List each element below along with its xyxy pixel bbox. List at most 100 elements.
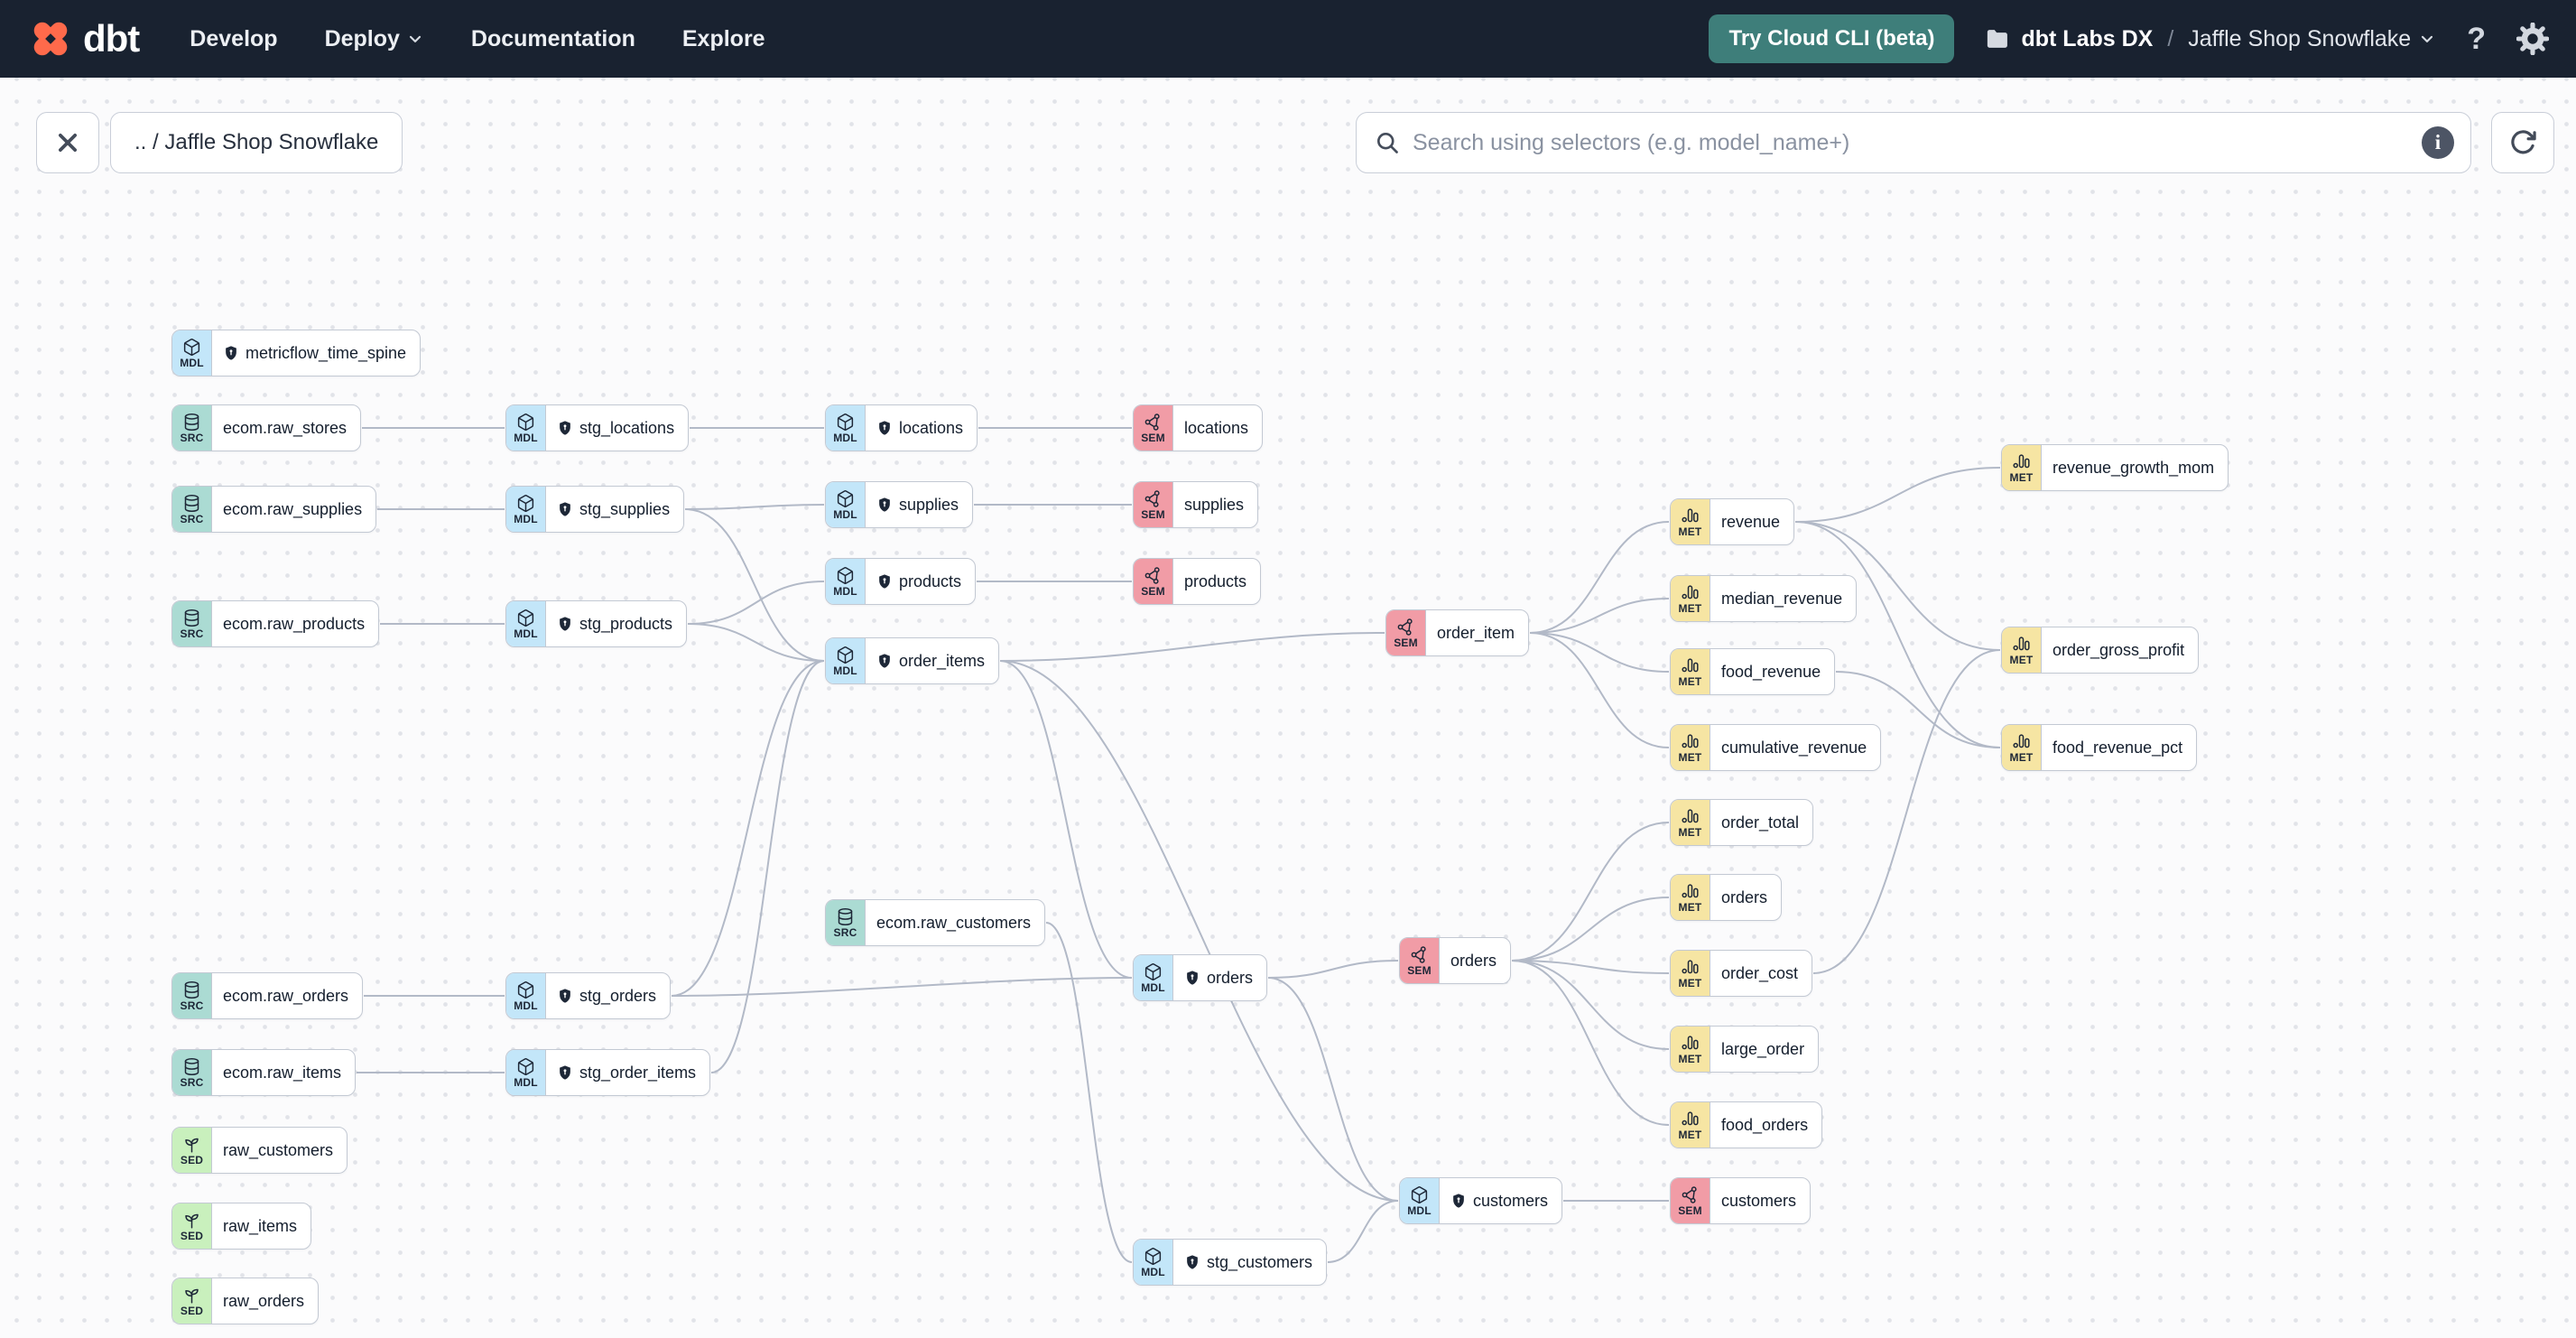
node-name: stg_order_items <box>546 1050 709 1095</box>
refresh-icon <box>2511 130 2536 154</box>
breadcrumb[interactable]: .. / Jaffle Shop Snowflake <box>110 112 403 173</box>
node-mdl_orders[interactable]: MDL orders <box>1133 954 1268 1001</box>
node-met_food_orders[interactable]: MET food_orders <box>1670 1101 1823 1148</box>
node-sed_raw_customers[interactable]: SED raw_customers <box>171 1127 348 1174</box>
help-icon[interactable]: ? <box>2467 22 2486 57</box>
dbt-logo[interactable]: dbt <box>27 15 140 62</box>
contract-shield-icon <box>557 500 573 518</box>
node-mdl_stg_supplies[interactable]: MDL stg_supplies <box>505 486 685 533</box>
refresh-button[interactable] <box>2491 112 2554 173</box>
node-sed_raw_orders[interactable]: SED raw_orders <box>171 1278 320 1324</box>
menu-item-documentation[interactable]: Documentation <box>471 26 635 52</box>
node-mdl_products[interactable]: MDL products <box>825 558 977 605</box>
source-database-icon <box>184 980 199 999</box>
node-type-label: MET <box>1678 674 1702 688</box>
node-mdl_stg_order_items[interactable]: MDL stg_order_items <box>505 1049 711 1096</box>
node-mdl_customers[interactable]: MDL customers <box>1399 1177 1563 1224</box>
menu-item-develop[interactable]: Develop <box>190 26 277 52</box>
node-met_orders[interactable]: MET orders <box>1670 874 1783 921</box>
node-sed_raw_items[interactable]: SED raw_items <box>171 1203 312 1250</box>
node-sem_orders[interactable]: SEM orders <box>1399 937 1512 984</box>
node-sem_locations[interactable]: SEM locations <box>1133 404 1264 451</box>
node-type-label: MDL <box>514 431 538 444</box>
try-cloud-cli-button[interactable]: Try Cloud CLI (beta) <box>1709 14 1955 63</box>
node-type-label: SED <box>180 1304 204 1317</box>
node-src_raw_products[interactable]: SRC ecom.raw_products <box>171 600 380 647</box>
node-src_raw_orders[interactable]: SRC ecom.raw_orders <box>171 972 364 1019</box>
lineage-edges <box>357 426 2001 1263</box>
node-name: ecom.raw_items <box>223 1063 342 1082</box>
node-name: order_items <box>866 638 998 683</box>
metric-bars-icon <box>1682 884 1699 897</box>
node-src_raw_stores[interactable]: SRC ecom.raw_stores <box>171 404 362 451</box>
node-sem_supplies[interactable]: SEM supplies <box>1133 481 1259 528</box>
search-input[interactable] <box>1400 129 2422 156</box>
account-name[interactable]: dbt Labs DX <box>2021 26 2153 52</box>
menu-item-deploy[interactable]: Deploy <box>325 26 424 52</box>
source-database-icon <box>184 494 199 512</box>
metric-bars-icon <box>1682 1111 1699 1125</box>
node-type-label: SEM <box>1678 1203 1702 1217</box>
lineage-canvas[interactable]: MDL metricflow_time_spine SRC ecom.raw_stor… <box>0 78 2576 1338</box>
node-name: ecom.raw_stores <box>223 418 347 437</box>
node-name: revenue <box>1721 512 1781 531</box>
metric-bars-icon <box>1682 1036 1699 1049</box>
node-mdl_stg_products[interactable]: MDL stg_products <box>505 600 688 647</box>
model-cube-icon <box>517 494 534 512</box>
node-type-label: MET <box>2009 750 2034 764</box>
contract-shield-icon <box>557 1064 573 1082</box>
node-sem_products[interactable]: SEM products <box>1133 558 1262 605</box>
node-src_raw_items[interactable]: SRC ecom.raw_items <box>171 1049 357 1096</box>
node-mdl_order_items[interactable]: MDL order_items <box>825 637 1000 684</box>
node-type-label: MDL <box>1141 980 1165 994</box>
node-type-label: SEM <box>1141 507 1165 521</box>
node-met_median_revenue[interactable]: MET median_revenue <box>1670 575 1858 622</box>
node-sem_order_item[interactable]: SEM order_item <box>1385 609 1530 656</box>
metric-bars-icon <box>1682 508 1699 522</box>
node-mdl_supplies[interactable]: MDL supplies <box>825 481 974 528</box>
close-button[interactable] <box>36 112 99 173</box>
dbt-logo-text: dbt <box>83 17 140 60</box>
node-mdl_stg_customers[interactable]: MDL stg_customers <box>1133 1239 1328 1286</box>
node-met_order_total[interactable]: MET order_total <box>1670 799 1814 846</box>
node-name: order_total <box>1721 813 1800 832</box>
contract-shield-icon <box>1450 1192 1467 1210</box>
metric-bars-icon <box>1682 585 1699 599</box>
close-icon <box>59 134 77 152</box>
node-met_order_gross_profit[interactable]: MET order_gross_profit <box>2001 627 2200 674</box>
node-name: food_orders <box>1721 1115 1809 1134</box>
project-selector[interactable]: Jaffle Shop Snowflake <box>2188 26 2436 52</box>
model-cube-icon <box>517 1057 534 1075</box>
node-src_raw_customers[interactable]: SRC ecom.raw_customers <box>825 899 1046 946</box>
node-met_food_revenue[interactable]: MET food_revenue <box>1670 648 1836 695</box>
node-name: median_revenue <box>1721 589 1843 608</box>
node-type-label: MET <box>1678 1052 1702 1065</box>
node-name: orders <box>1450 951 1497 970</box>
node-name: revenue_growth_mom <box>2052 458 2215 477</box>
node-mdl_locations[interactable]: MDL locations <box>825 404 978 451</box>
menu-item-explore[interactable]: Explore <box>682 26 765 52</box>
node-name: order_cost <box>1721 963 1799 982</box>
node-met_revenue_growth_mom[interactable]: MET revenue_growth_mom <box>2001 444 2229 491</box>
metric-bars-icon <box>1682 734 1699 748</box>
node-met_cumulative_revenue[interactable]: MET cumulative_revenue <box>1670 724 1882 771</box>
model-cube-icon <box>1411 1185 1428 1203</box>
node-met_order_cost[interactable]: MET order_cost <box>1670 950 1813 997</box>
node-type-label: MDL <box>833 507 857 521</box>
node-sem_customers[interactable]: SEM customers <box>1670 1177 1812 1224</box>
node-met_food_revenue_pct[interactable]: MET food_revenue_pct <box>2001 724 2198 771</box>
gear-icon[interactable] <box>2516 23 2549 55</box>
node-type-label: MDL <box>833 664 857 677</box>
node-met_revenue[interactable]: MET revenue <box>1670 498 1795 545</box>
account-breadcrumb: dbt Labs DX / Jaffle Shop Snowflake <box>1985 26 2436 52</box>
node-met_large_order[interactable]: MET large_order <box>1670 1026 1820 1073</box>
node-name: locations <box>866 405 977 451</box>
top-navbar: dbt Develop Deploy Documentation Explore… <box>0 0 2576 78</box>
info-icon[interactable]: i <box>2422 126 2454 159</box>
semantic-model-icon <box>1144 413 1160 431</box>
node-mdl_stg_locations[interactable]: MDL stg_locations <box>505 404 690 451</box>
node-type-label: SED <box>180 1153 204 1166</box>
node-mdl_metricflow_time_spine[interactable]: MDL metricflow_time_spine <box>171 330 422 376</box>
node-mdl_stg_orders[interactable]: MDL stg_orders <box>505 972 672 1019</box>
node-src_raw_supplies[interactable]: SRC ecom.raw_supplies <box>171 486 377 533</box>
